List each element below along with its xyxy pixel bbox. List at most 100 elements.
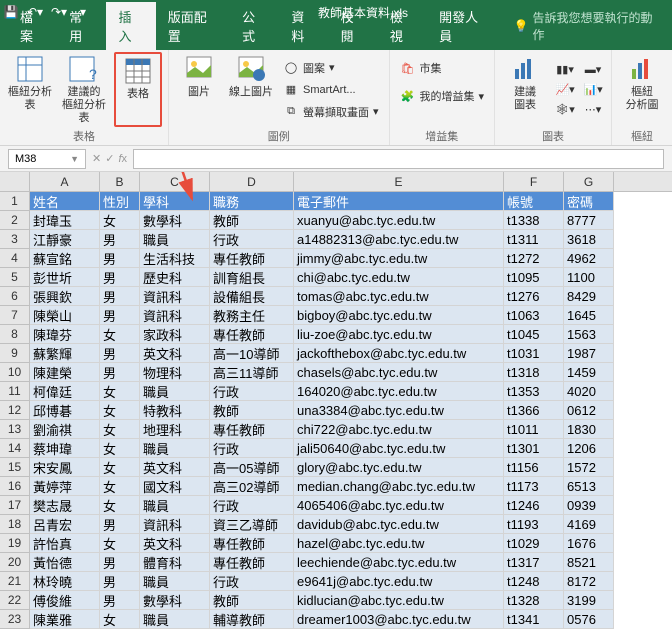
col-header-C[interactable]: C [140,172,210,191]
chart-type-2[interactable]: 📈▾ [553,80,577,100]
row-header[interactable]: 10 [0,363,30,382]
confirm-icon[interactable]: ✓ [105,152,114,165]
cell[interactable]: 專任教師 [210,420,294,439]
formula-input[interactable] [133,149,664,169]
cell[interactable]: 國文科 [140,477,210,496]
shapes-button[interactable]: ◯圖案 ▾ [279,58,383,78]
row-header[interactable]: 4 [0,249,30,268]
cell[interactable]: kidlucian@abc.tyc.edu.tw [294,591,504,610]
cell[interactable]: t1246 [504,496,564,515]
row-header[interactable]: 9 [0,344,30,363]
cell[interactable]: 女 [100,477,140,496]
recommended-charts-button[interactable]: 建議 圖表 [501,52,549,127]
row-header[interactable]: 23 [0,610,30,629]
cell[interactable]: 訓育組長 [210,268,294,287]
menu-tab-3[interactable]: 版面配置 [156,2,230,50]
row-header[interactable]: 11 [0,382,30,401]
cell[interactable]: 3618 [564,230,614,249]
cell[interactable]: e9641j@abc.tyc.edu.tw [294,572,504,591]
cell[interactable]: 女 [100,401,140,420]
cell[interactable]: hazel@abc.tyc.edu.tw [294,534,504,553]
tell-me[interactable]: 💡告訴我您想要執行的動作 [502,2,672,50]
cell[interactable]: 教務主任 [210,306,294,325]
cell[interactable]: 3199 [564,591,614,610]
select-all-corner[interactable] [0,172,30,191]
cell[interactable]: 教師 [210,401,294,420]
cell[interactable]: 女 [100,610,140,629]
cell[interactable]: 1645 [564,306,614,325]
cell[interactable]: 女 [100,382,140,401]
my-addins-button[interactable]: 🧩我的增益集 ▾ [396,86,489,106]
cell[interactable]: 男 [100,287,140,306]
cell[interactable]: 蘇宣銘 [30,249,100,268]
cell[interactable]: t1011 [504,420,564,439]
table-button[interactable]: 表格 [114,52,162,127]
cell[interactable]: 黃婷萍 [30,477,100,496]
row-header[interactable]: 22 [0,591,30,610]
row-header[interactable]: 7 [0,306,30,325]
cell[interactable]: jali50640@abc.tyc.edu.tw [294,439,504,458]
cell[interactable]: t1341 [504,610,564,629]
cell[interactable]: 家政科 [140,325,210,344]
cell[interactable]: 英文科 [140,344,210,363]
cell[interactable]: t1156 [504,458,564,477]
menu-tab-8[interactable]: 開發人員 [427,2,501,50]
cell[interactable]: 物理科 [140,363,210,382]
cell[interactable]: 4962 [564,249,614,268]
cell[interactable]: liu-zoe@abc.tyc.edu.tw [294,325,504,344]
cell[interactable]: 數學科 [140,591,210,610]
menu-tab-4[interactable]: 公式 [230,2,279,50]
cell[interactable]: 劉渝祺 [30,420,100,439]
cell[interactable]: 1206 [564,439,614,458]
cell[interactable]: 8172 [564,572,614,591]
cell[interactable]: t1173 [504,477,564,496]
cell[interactable]: 林玲曉 [30,572,100,591]
cell[interactable]: 電子郵件 [294,192,504,211]
cell[interactable]: 歷史科 [140,268,210,287]
cell[interactable]: 傅俊維 [30,591,100,610]
chart-type-4[interactable]: ▬▾ [581,60,605,80]
cell[interactable]: 男 [100,515,140,534]
cell[interactable]: 4020 [564,382,614,401]
cell[interactable]: 英文科 [140,534,210,553]
cell[interactable]: t1353 [504,382,564,401]
cell[interactable]: t1301 [504,439,564,458]
col-header-A[interactable]: A [30,172,100,191]
menu-tab-1[interactable]: 常用 [57,2,106,50]
cell[interactable]: 男 [100,249,140,268]
cell[interactable]: t1338 [504,211,564,230]
cell[interactable]: 男 [100,306,140,325]
cell[interactable]: 女 [100,325,140,344]
cell[interactable]: 邱博碁 [30,401,100,420]
cell[interactable]: 樊志晟 [30,496,100,515]
pivot-table-button[interactable]: 樞紐分析表 [6,52,54,127]
cell[interactable]: 學科 [140,192,210,211]
cell[interactable]: 8429 [564,287,614,306]
col-header-E[interactable]: E [294,172,504,191]
cell[interactable]: 男 [100,363,140,382]
online-picture-button[interactable]: 線上圖片 [227,52,275,127]
cell[interactable]: t1317 [504,553,564,572]
cell[interactable]: dreamer1003@abc.tyc.edu.tw [294,610,504,629]
cell[interactable]: 1459 [564,363,614,382]
cell[interactable]: 陳榮山 [30,306,100,325]
row-header[interactable]: 18 [0,515,30,534]
cell[interactable]: 黃怡德 [30,553,100,572]
cell[interactable]: 陳瑋芬 [30,325,100,344]
cell[interactable]: 行政 [210,572,294,591]
cell[interactable]: 資三乙導師 [210,515,294,534]
cell[interactable]: 女 [100,534,140,553]
cell[interactable]: 帳號 [504,192,564,211]
row-header[interactable]: 1 [0,192,30,211]
cell[interactable]: 密碼 [564,192,614,211]
recommended-pivot-button[interactable]: ? 建議的 樞紐分析表 [58,52,110,127]
cell[interactable]: chasels@abc.tyc.edu.tw [294,363,504,382]
cell[interactable]: 宋安鳳 [30,458,100,477]
cell[interactable]: 男 [100,553,140,572]
cell[interactable]: xuanyu@abc.tyc.edu.tw [294,211,504,230]
cell[interactable]: 行政 [210,230,294,249]
pivot-chart-button[interactable]: 樞紐 分析圖 [618,52,666,127]
menu-tab-2[interactable]: 插入 [106,2,155,50]
cell[interactable]: 專任教師 [210,553,294,572]
row-header[interactable]: 17 [0,496,30,515]
